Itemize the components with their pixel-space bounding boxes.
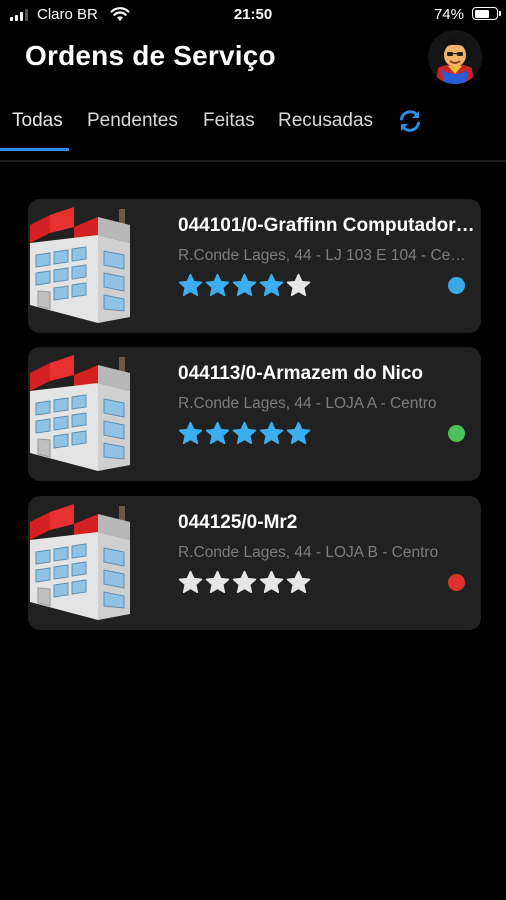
star-icon	[232, 273, 257, 297]
order-address: R.Conde Lages, 44 - LJ 103 E 104 - Centr…	[178, 247, 466, 264]
star-icon	[178, 421, 203, 445]
order-address: R.Conde Lages, 44 - LOJA B - Centro	[178, 544, 439, 561]
star-icon	[232, 421, 257, 445]
tab-feitas[interactable]: Feitas	[203, 110, 255, 132]
star-rating	[178, 273, 311, 298]
star-icon	[232, 570, 257, 594]
battery-icon	[472, 7, 501, 20]
avatar[interactable]	[428, 30, 482, 84]
page-title: Ordens de Serviço	[25, 40, 276, 71]
order-card[interactable]: 044113/0-Armazem do Nico R.Conde Lages, 4…	[28, 347, 481, 481]
avatar-illustration	[428, 30, 482, 84]
factory-building-icon	[28, 353, 168, 477]
status-dot	[448, 277, 465, 294]
order-address: R.Conde Lages, 44 - LOJA A - Centro	[178, 395, 437, 412]
star-icon	[205, 273, 230, 297]
tab-bar: Todas Pendentes Feitas Recusadas	[0, 96, 506, 154]
tab-todas[interactable]: Todas	[12, 110, 63, 132]
battery-percent: 74%	[433, 6, 464, 23]
star-icon	[178, 273, 203, 297]
refresh-icon[interactable]	[397, 108, 423, 134]
header-divider	[0, 160, 506, 162]
tab-recusadas[interactable]: Recusadas	[278, 110, 373, 132]
status-dot	[448, 425, 465, 442]
star-icon	[259, 570, 284, 594]
clock: 21:50	[233, 6, 273, 23]
order-name: 044125/0-Mr2	[178, 512, 298, 533]
star-icon	[286, 273, 311, 297]
star-icon	[286, 570, 311, 594]
star-icon	[259, 273, 284, 297]
star-rating	[178, 421, 311, 446]
order-name: 044113/0-Armazem do Nico	[178, 363, 424, 384]
star-icon	[259, 421, 284, 445]
status-dot	[448, 574, 465, 591]
active-tab-indicator	[0, 148, 69, 151]
star-icon	[178, 570, 203, 594]
order-name: 044101/0-Graffinn Computadores	[178, 215, 476, 236]
order-card[interactable]: 044101/0-Graffinn Computadores R.Conde La…	[28, 199, 481, 333]
factory-building-icon	[28, 502, 168, 626]
order-card[interactable]: 044125/0-Mr2 R.Conde Lages, 44 - LOJA B -…	[28, 496, 481, 630]
status-bar: Claro BR 21:50 74%	[0, 0, 506, 30]
star-icon	[286, 421, 311, 445]
tab-pendentes[interactable]: Pendentes	[87, 110, 178, 132]
star-icon	[205, 421, 230, 445]
factory-building-icon	[28, 205, 168, 329]
star-icon	[205, 570, 230, 594]
star-rating	[178, 570, 311, 595]
